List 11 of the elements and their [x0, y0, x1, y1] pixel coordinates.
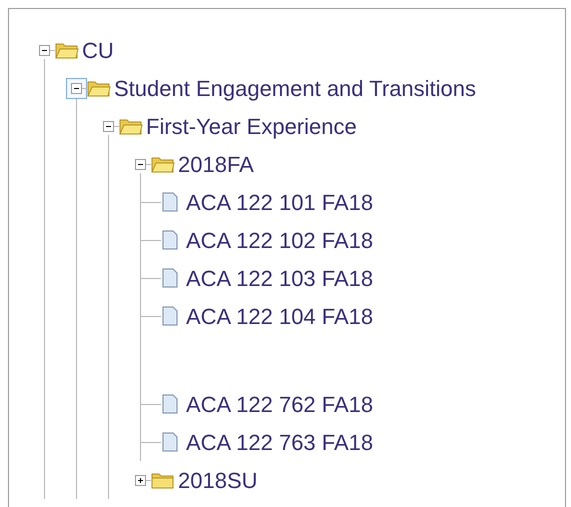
tree-item-label[interactable]: Student Engagement and Transitions [114, 72, 476, 104]
tree-item-label[interactable]: CU [82, 34, 114, 66]
tree-item-label[interactable]: ACA 122 102 FA18 [186, 224, 374, 256]
tree-item-label[interactable]: 2018FA [178, 148, 254, 180]
tree-item-label[interactable]: ACA 122 762 FA18 [186, 388, 374, 420]
tree-item-label[interactable]: ACA 122 104 FA18 [186, 300, 374, 332]
tree-item-label[interactable]: First-Year Experience [146, 110, 357, 142]
tree-item-label[interactable]: ACA 122 763 FA18 [186, 426, 374, 458]
tree-item-label[interactable]: ACA 122 101 FA18 [186, 186, 374, 218]
tree-item-label[interactable]: 2018SU [178, 464, 258, 496]
tree-item-label[interactable]: ACA 122 103 FA18 [186, 262, 374, 294]
